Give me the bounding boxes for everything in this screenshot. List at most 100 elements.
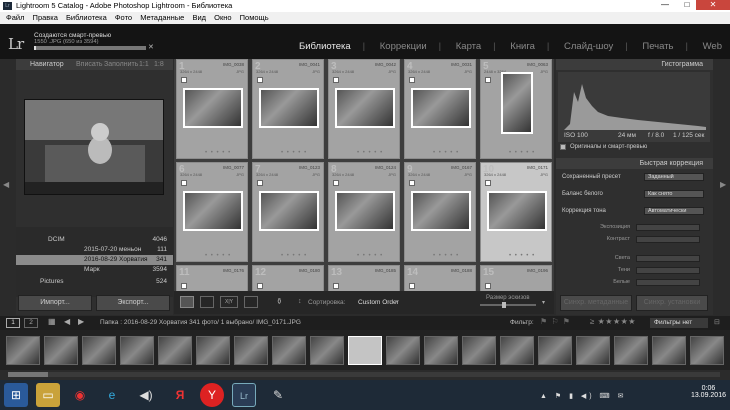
cell-thumbnail[interactable] [259, 191, 319, 231]
module-library[interactable]: Библиотека [299, 41, 351, 52]
cell-select-checkbox[interactable] [409, 180, 415, 186]
grid-cell[interactable]: 4 IMG_0031 3264 x 2448 JPG • • • • • [404, 59, 476, 159]
filmstrip-thumbnail[interactable] [690, 336, 724, 365]
cell-thumbnail[interactable] [501, 72, 533, 134]
back-arrow-icon[interactable]: ◀ [64, 317, 70, 326]
filmstrip-thumbnail[interactable] [652, 336, 686, 365]
cell-thumbnail[interactable] [183, 88, 243, 128]
close-button[interactable]: ✕ [696, 0, 730, 10]
scrollbar-thumb[interactable] [8, 372, 48, 377]
module-book[interactable]: Книга [510, 41, 535, 52]
filmstrip-thumbnail[interactable] [462, 336, 496, 365]
module-print[interactable]: Печать [642, 41, 673, 52]
navigator-header[interactable]: Навигатор Вписать Заполнить 1:1 1:8 [16, 59, 173, 70]
cell-select-checkbox[interactable] [257, 77, 263, 83]
cancel-task-icon[interactable]: ✕ [148, 43, 154, 51]
filmstrip-thumbnail[interactable] [120, 336, 154, 365]
cell-rating-dots[interactable]: • • • • • [509, 150, 535, 156]
filmstrip-thumbnail[interactable] [272, 336, 306, 365]
filmstrip-thumbnail[interactable] [424, 336, 458, 365]
filmstrip-thumbnail[interactable] [234, 336, 268, 365]
cell-select-checkbox[interactable] [333, 180, 339, 186]
sync-settings-button[interactable]: Синхр. установки [636, 295, 708, 311]
cell-rating-dots[interactable]: • • • • • [509, 253, 535, 259]
sync-metadata-button[interactable]: Синхр. метаданные [560, 295, 632, 311]
start-button-icon[interactable]: ⊞ [4, 383, 28, 407]
import-button[interactable]: Импорт... [18, 295, 92, 311]
cell-select-checkbox[interactable] [485, 180, 491, 186]
menu-photo[interactable]: Фото [115, 13, 132, 22]
cell-thumbnail[interactable] [335, 88, 395, 128]
histogram-header[interactable]: Гистограмма [556, 59, 713, 70]
cell-select-checkbox[interactable] [181, 283, 187, 289]
cell-thumbnail[interactable] [411, 191, 471, 231]
grid-cell[interactable]: 1 IMG_0038 3264 x 2448 JPG • • • • • [176, 59, 248, 159]
maximize-button[interactable]: □ [676, 0, 698, 10]
filmstrip-thumbnail[interactable] [196, 336, 230, 365]
preset-select[interactable]: Заданный [644, 173, 704, 181]
slider-handle[interactable] [502, 302, 506, 308]
cell-rating-dots[interactable]: • • • • • [205, 150, 231, 156]
nav-1-1[interactable]: 1:1 [139, 59, 149, 70]
highlights-buttons[interactable] [636, 255, 700, 262]
cell-select-checkbox[interactable] [485, 77, 491, 83]
cell-rating-dots[interactable]: • • • • • [433, 253, 459, 259]
right-panel-toggle-icon[interactable]: ▶ [720, 180, 726, 189]
explorer-icon[interactable]: ▭ [36, 383, 60, 407]
filmstrip-thumbnail[interactable] [6, 336, 40, 365]
grid-cell[interactable]: 5 IMG_0063 2448 x 3264 JPG • • • • • [480, 59, 552, 159]
nav-1-8[interactable]: 1:8 [154, 59, 164, 70]
module-map[interactable]: Карта [456, 41, 481, 52]
filmstrip-thumbnail[interactable] [348, 336, 382, 365]
cell-rating-dots[interactable]: • • • • • [281, 150, 307, 156]
export-button[interactable]: Экспорт... [96, 295, 170, 311]
sort-direction-icon[interactable]: ↕ [298, 298, 302, 305]
grid-cell[interactable]: 9 IMG_0167 3264 x 2448 JPG • • • • • [404, 162, 476, 262]
grid-cell[interactable]: 11IMG_0176• • • • • [176, 265, 248, 291]
folder-2015[interactable]: 2015-07-20 меньон 111 [16, 245, 173, 255]
menu-edit[interactable]: Правка [33, 13, 58, 22]
cell-select-checkbox[interactable] [333, 283, 339, 289]
filter-preset-select[interactable]: Фильтры нет [650, 318, 708, 328]
yandex-icon[interactable]: Я [168, 383, 192, 407]
filmstrip-scrollbar[interactable] [8, 372, 720, 377]
grid-cell[interactable]: 10 IMG_0171 3264 x 2448 JPG • • • • • [480, 162, 552, 262]
folder-dcim[interactable]: DCIM 4046 [16, 235, 173, 245]
media-icon[interactable]: ◀) [134, 383, 158, 407]
shadows-buttons[interactable] [636, 267, 700, 274]
cell-thumbnail[interactable] [411, 88, 471, 128]
filmstrip-thumbnail[interactable] [538, 336, 572, 365]
cell-select-checkbox[interactable] [409, 283, 415, 289]
grid-view-icon[interactable] [180, 296, 194, 308]
cell-thumbnail[interactable] [487, 191, 547, 231]
grid-cell[interactable]: 7 IMG_0123 3264 x 2448 JPG • • • • • [252, 162, 324, 262]
grid-cell[interactable]: 12IMG_0180• • • • • [252, 265, 324, 291]
grid-cell[interactable]: 3 IMG_0042 3264 x 2448 JPG • • • • • [328, 59, 400, 159]
menu-window[interactable]: Окно [214, 13, 231, 22]
page-2-button[interactable]: 2 [24, 318, 38, 328]
module-slideshow[interactable]: Слайд-шоу [564, 41, 613, 52]
page-1-button[interactable]: 1 [6, 318, 20, 328]
cell-select-checkbox[interactable] [257, 180, 263, 186]
cell-rating-dots[interactable]: • • • • • [357, 253, 383, 259]
yandex-browser-icon[interactable]: Y [200, 383, 224, 407]
nav-fit[interactable]: Вписать [76, 59, 102, 70]
filmstrip-thumbnail[interactable] [386, 336, 420, 365]
filmstrip-thumbnail[interactable] [576, 336, 610, 365]
ie-icon[interactable]: e [100, 383, 124, 407]
cell-rating-dots[interactable]: • • • • • [205, 253, 231, 259]
toolbar-menu-icon[interactable]: ▾ [542, 299, 545, 306]
filmstrip-thumbnail[interactable] [158, 336, 192, 365]
cell-select-checkbox[interactable] [181, 180, 187, 186]
survey-view-icon[interactable] [244, 296, 258, 308]
painter-icon[interactable]: ⚱ [276, 297, 283, 306]
nav-fill[interactable]: Заполнить [104, 59, 138, 70]
star-rating-filter[interactable]: ≥ ★★★★★ [590, 317, 636, 326]
thumb-size-slider[interactable] [480, 302, 536, 308]
whites-buttons[interactable] [636, 279, 700, 286]
grid-cell[interactable]: 2 IMG_0041 3264 x 2448 JPG • • • • • [252, 59, 324, 159]
module-develop[interactable]: Коррекции [380, 41, 427, 52]
navigator-preview[interactable] [24, 99, 164, 195]
exposure-buttons[interactable] [636, 224, 700, 231]
cell-select-checkbox[interactable] [485, 283, 491, 289]
